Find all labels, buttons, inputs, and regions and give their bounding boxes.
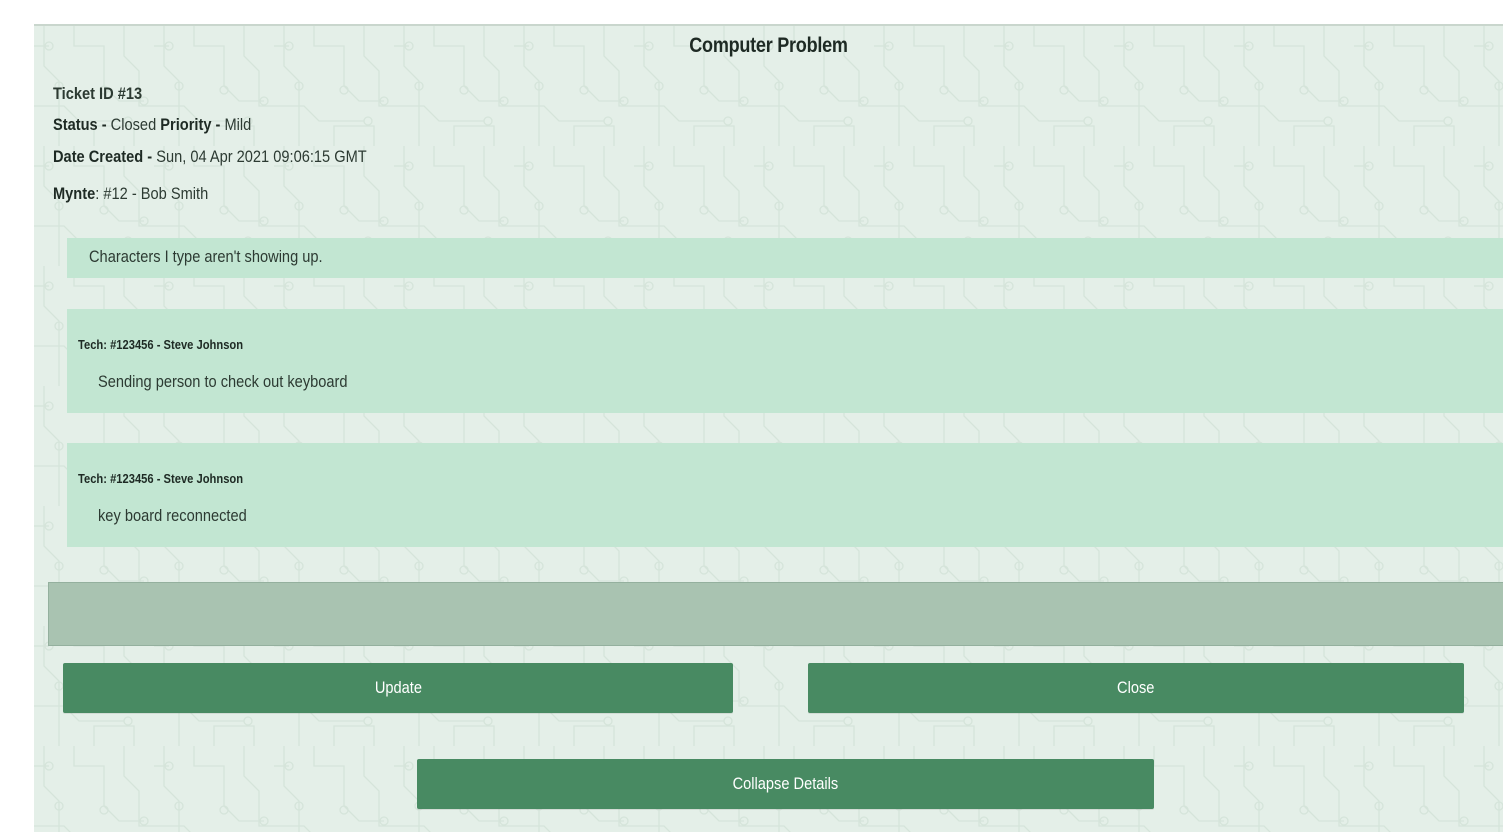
description-text: Characters I type aren't showing up. (89, 247, 323, 266)
ticket-details-panel: Computer Problem Ticket ID #13 Status - … (34, 24, 1503, 832)
ticket-date-created: Date Created - Sun, 04 Apr 2021 09:06:15… (53, 147, 367, 167)
page: Computer Problem Ticket ID #13 Status - … (0, 0, 1503, 832)
tech-note: Tech: #123456 - Steve Johnson Sending pe… (67, 309, 1503, 413)
close-button[interactable]: Close (808, 663, 1464, 713)
note-author: Tech: #123456 - Steve Johnson (78, 471, 244, 486)
mynte-label: Mynte (53, 184, 96, 203)
priority-label: Priority - (160, 115, 221, 134)
ticket-description: Characters I type aren't showing up. (67, 238, 1503, 278)
close-button-label: Close (1117, 678, 1155, 697)
note-author: Tech: #123456 - Steve Johnson (78, 337, 244, 352)
ticket-status-priority: Status - Closed Priority - Mild (53, 115, 251, 135)
update-note-field[interactable] (48, 582, 1503, 646)
ticket-mynte: Mynte: #12 - Bob Smith (53, 184, 208, 204)
mynte-value: : #12 - Bob Smith (95, 184, 209, 203)
date-value: Sun, 04 Apr 2021 09:06:15 GMT (156, 147, 367, 166)
ticket-title: Computer Problem (689, 34, 848, 57)
date-label: Date Created - (53, 147, 153, 166)
collapse-details-button[interactable]: Collapse Details (417, 759, 1154, 809)
note-text: key board reconnected (98, 506, 247, 525)
priority-value: Mild (224, 115, 252, 134)
note-text: Sending person to check out keyboard (98, 372, 348, 391)
collapse-button-label: Collapse Details (732, 774, 839, 793)
ticket-id: Ticket ID #13 (53, 84, 143, 103)
tech-note: Tech: #123456 - Steve Johnson key board … (67, 443, 1503, 547)
status-value: Closed (110, 115, 157, 134)
update-button-label: Update (374, 678, 422, 697)
update-button[interactable]: Update (63, 663, 733, 713)
status-label: Status - (53, 115, 107, 134)
